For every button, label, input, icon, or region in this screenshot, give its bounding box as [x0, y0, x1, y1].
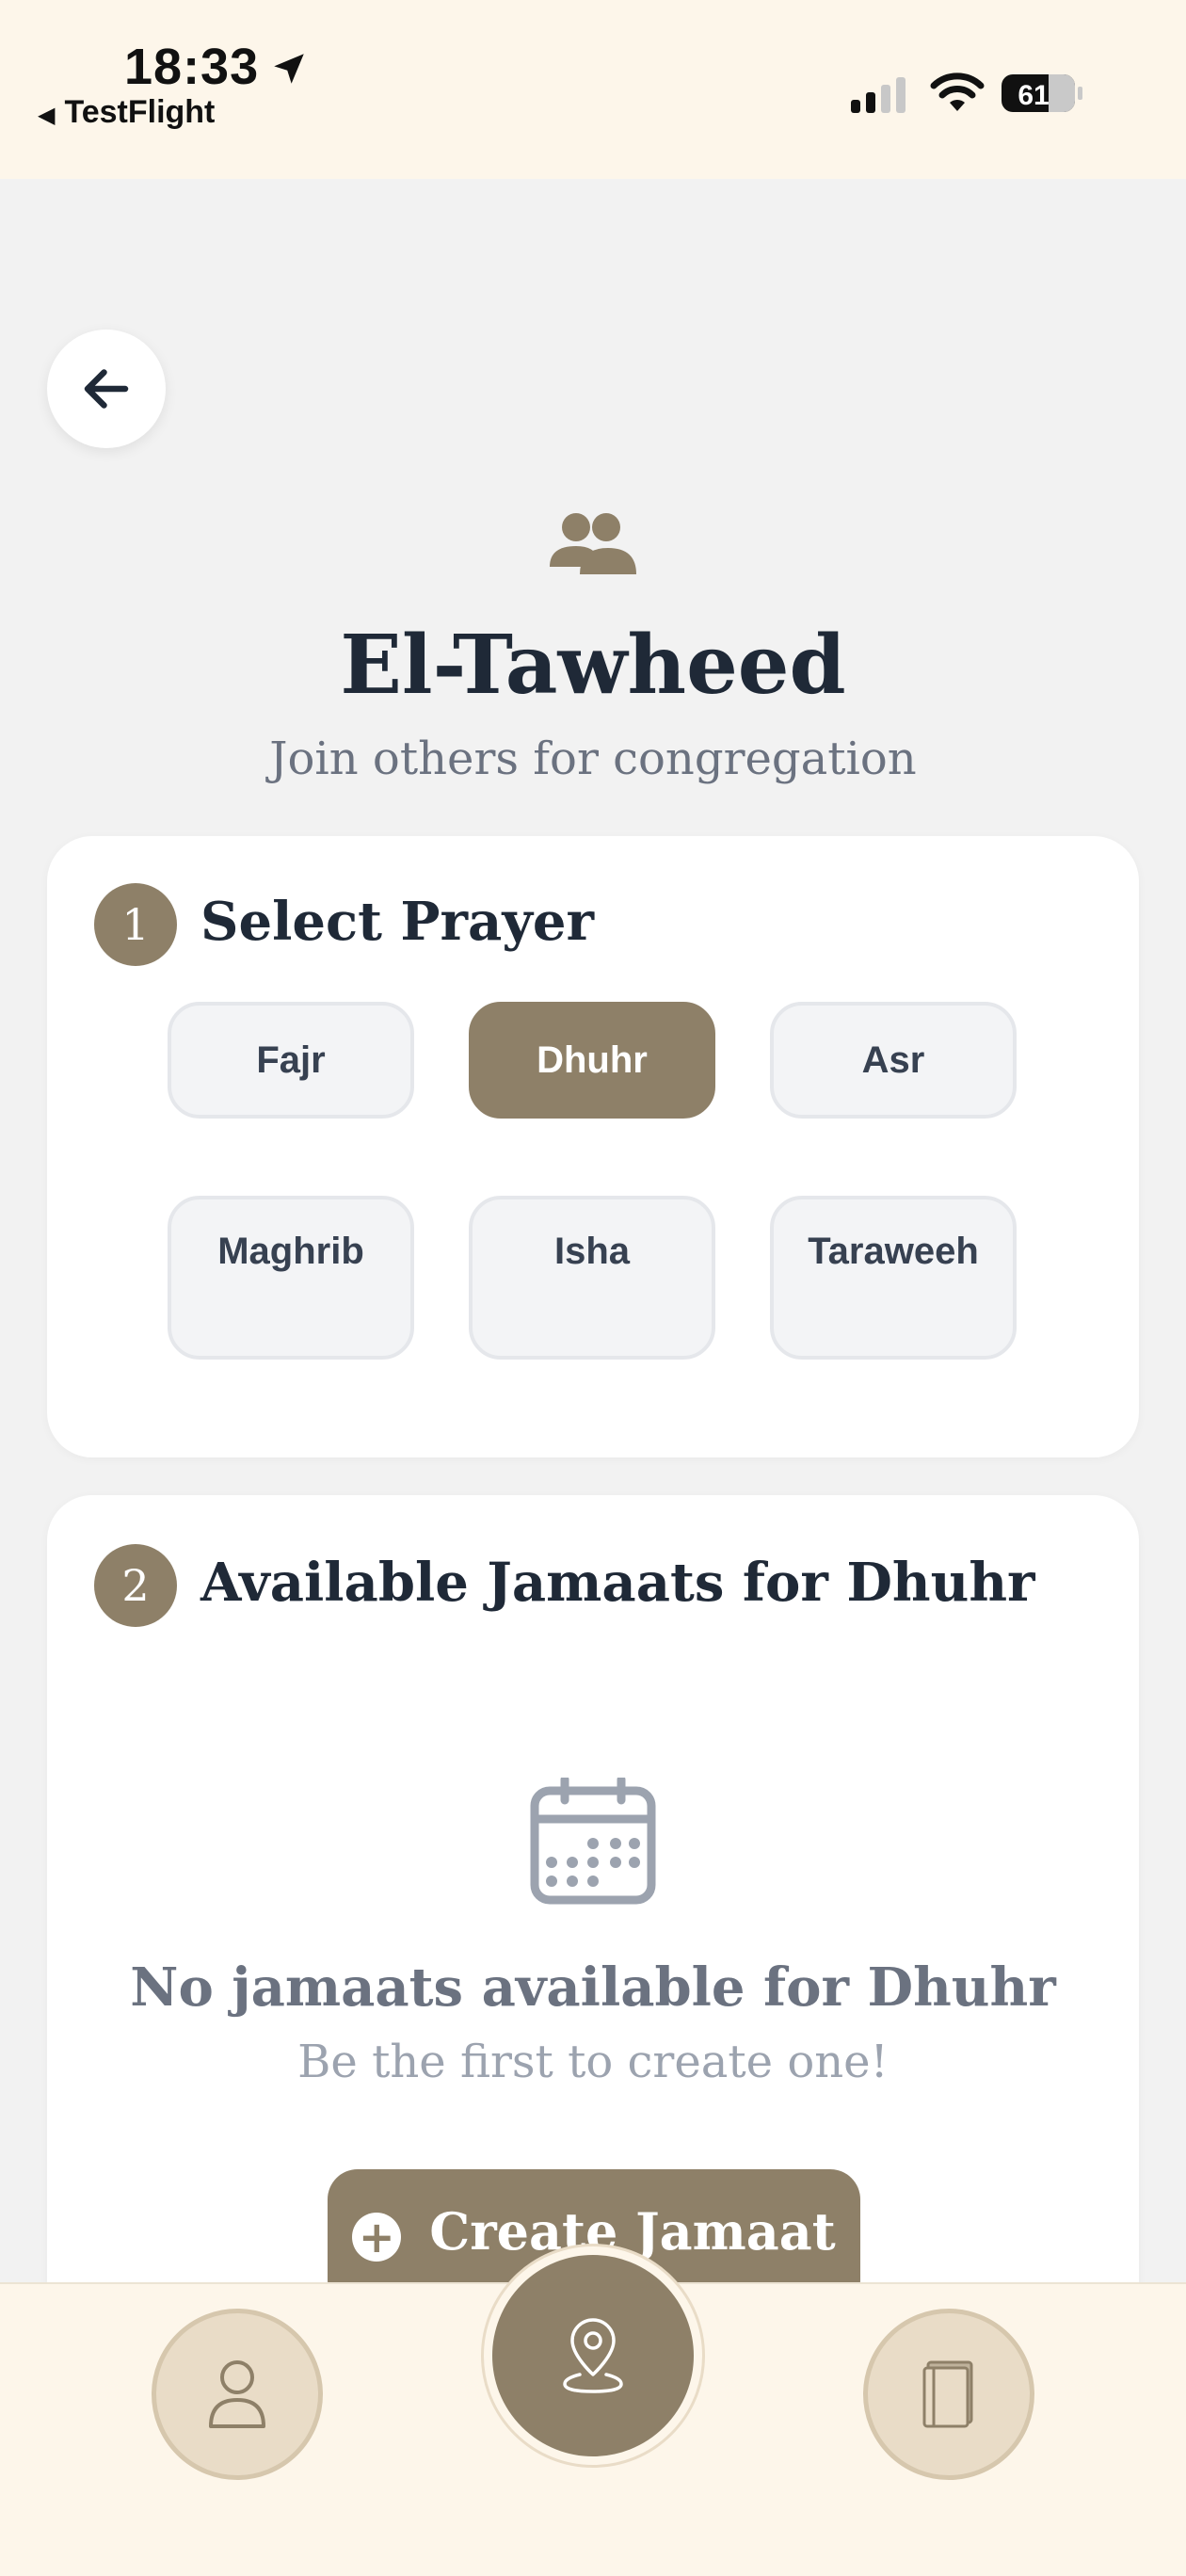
status-time: 18:33	[124, 39, 260, 95]
empty-state-subtitle: Be the first to create one!	[297, 2036, 889, 2088]
create-jamaat-label: Create Jamaat	[429, 2201, 836, 2262]
empty-state-title: No jamaats available for Dhuhr	[130, 1956, 1056, 2019]
status-bar: 18:33 ◀ TestFlight 61	[0, 0, 1186, 179]
prayer-option-isha[interactable]: Isha	[469, 1196, 715, 1360]
book-icon	[922, 2360, 973, 2428]
select-prayer-card: 1 Select Prayer Fajr Dhuhr Asr Maghrib I…	[47, 836, 1139, 1457]
people-group-icon	[550, 513, 636, 574]
back-to-app-link[interactable]: ◀ TestFlight	[38, 94, 215, 131]
prayer-option-taraweeh[interactable]: Taraweeh	[770, 1196, 1017, 1360]
cellular-signal-icon	[851, 77, 906, 113]
calendar-icon	[530, 1778, 656, 1905]
step-number-badge: 1	[94, 883, 177, 966]
page-title: El-Tawheed	[340, 618, 846, 713]
plus-circle-icon: +	[352, 2212, 402, 2262]
location-arrow-icon	[274, 54, 304, 84]
nav-profile-button[interactable]	[152, 2309, 323, 2480]
section-title: Select Prayer	[200, 891, 595, 953]
prayer-option-maghrib[interactable]: Maghrib	[168, 1196, 414, 1360]
nav-book-button[interactable]	[863, 2309, 1034, 2480]
arrow-left-icon	[84, 369, 129, 409]
battery-icon: 61	[1002, 74, 1082, 112]
back-button[interactable]	[47, 330, 166, 448]
person-icon	[209, 2360, 265, 2428]
back-app-label: TestFlight	[64, 94, 216, 130]
battery-level: 61	[1018, 80, 1049, 111]
prayer-option-fajr[interactable]: Fajr	[168, 1002, 414, 1119]
back-triangle-icon: ◀	[38, 103, 56, 128]
step-number-badge: 2	[94, 1544, 177, 1627]
wifi-icon	[930, 72, 985, 111]
prayer-option-dhuhr[interactable]: Dhuhr	[469, 1002, 715, 1119]
prayer-option-asr[interactable]: Asr	[770, 1002, 1017, 1119]
page-subtitle: Join others for congregation	[269, 733, 917, 785]
location-pin-icon	[563, 2318, 623, 2393]
nav-location-button[interactable]	[484, 2246, 702, 2465]
section-title: Available Jamaats for Dhuhr	[200, 1552, 1035, 1614]
